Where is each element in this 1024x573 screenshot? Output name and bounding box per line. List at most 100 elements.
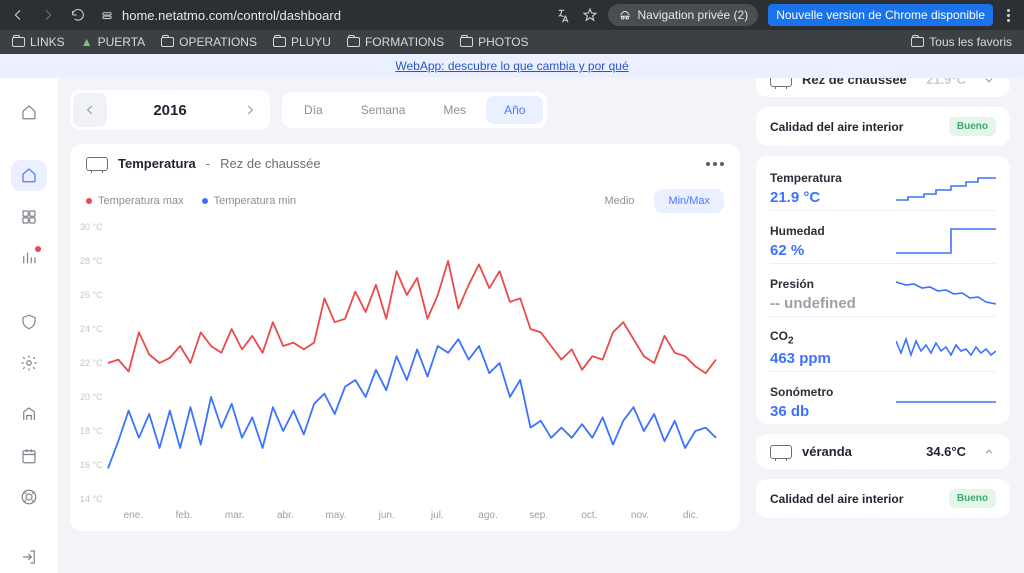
air-quality-label: Calidad del aire interior xyxy=(770,492,903,506)
y-tick: 22 °C xyxy=(80,358,103,368)
room-temp: 34.6°C xyxy=(926,444,966,459)
x-tick: ago. xyxy=(478,510,497,521)
x-tick: feb. xyxy=(176,510,193,521)
air-quality-card-2: Calidad del aire interior Bueno xyxy=(756,479,1010,518)
y-tick: 20 °C xyxy=(80,392,103,402)
year-label: 2016 xyxy=(110,102,230,119)
spark-pressure xyxy=(896,276,996,312)
sensor-temp[interactable]: Temperatura21.9 °C xyxy=(770,166,996,210)
air-quality-label: Calidad del aire interior xyxy=(770,120,903,134)
incognito-icon xyxy=(618,8,632,22)
chart-sep: - xyxy=(206,156,210,171)
room-card-veranda[interactable]: véranda 34.6°C xyxy=(756,434,1010,469)
y-tick: 24 °C xyxy=(80,324,103,334)
browser-menu-icon[interactable] xyxy=(1003,9,1014,22)
folder-icon xyxy=(347,37,360,47)
air-quality-value: Bueno xyxy=(949,489,996,508)
folder-icon xyxy=(12,37,25,47)
sidebar-item-planning[interactable] xyxy=(11,440,47,471)
sidebar-item-home[interactable] xyxy=(11,96,47,127)
bookmark-pluyu[interactable]: PLUYU xyxy=(273,35,331,49)
sidebar-item-dashboard[interactable] xyxy=(11,160,47,191)
back-icon[interactable] xyxy=(10,7,26,23)
sidebar-item-help[interactable] xyxy=(11,482,47,513)
x-tick: oct. xyxy=(581,510,597,521)
legend-max: Temperatura max xyxy=(86,195,184,207)
promo-link[interactable]: WebApp: descubre lo que cambia y por qué xyxy=(395,59,628,73)
x-tick: dic. xyxy=(683,510,699,521)
x-tick: sep. xyxy=(529,510,548,521)
bookmark-operations[interactable]: OPERATIONS xyxy=(161,35,257,49)
y-tick: 28 °C xyxy=(80,256,103,266)
period-week[interactable]: Semana xyxy=(343,96,424,124)
reload-icon[interactable] xyxy=(70,7,86,23)
sidebar-item-rooms[interactable] xyxy=(11,399,47,430)
folder-icon xyxy=(911,37,924,47)
x-tick: jun. xyxy=(379,510,395,521)
year-next-button[interactable] xyxy=(233,93,267,127)
chevron-up-icon xyxy=(982,445,996,459)
folder-icon xyxy=(273,37,286,47)
period-month[interactable]: Mes xyxy=(425,96,484,124)
room-icon xyxy=(86,157,108,171)
sensor-sonometer[interactable]: Sonómetro36 db xyxy=(770,371,996,424)
y-tick: 30 °C xyxy=(80,222,103,232)
bookmark-photos[interactable]: PHOTOS xyxy=(460,35,528,49)
promo-banner: WebApp: descubre lo que cambia y por qué xyxy=(0,54,1024,78)
mode-selector: Medio Min/Max xyxy=(590,189,724,213)
chart-title: Temperatura xyxy=(118,156,196,171)
legend-min: Temperatura min xyxy=(202,195,297,207)
browser-toolbar: home.netatmo.com/control/dashboard Navig… xyxy=(0,0,1024,30)
period-year[interactable]: Año xyxy=(486,96,543,124)
y-tick: 26 °C xyxy=(80,290,103,300)
folder-icon xyxy=(460,37,473,47)
chart-menu-icon[interactable] xyxy=(706,162,724,166)
incognito-badge[interactable]: Navigation privée (2) xyxy=(608,4,759,26)
right-rail: Rez de chaussée 21.9°C Calidad del aire … xyxy=(756,78,1024,573)
chrome-update-button[interactable]: Nouvelle version de Chrome disponible xyxy=(768,4,993,26)
url-text: home.netatmo.com/control/dashboard xyxy=(122,8,341,23)
room-name: Rez de chaussée xyxy=(802,78,907,87)
spark-temp xyxy=(896,170,996,206)
star-icon[interactable] xyxy=(582,7,598,23)
room-card-rez[interactable]: Rez de chaussée 21.9°C xyxy=(756,78,1010,97)
year-prev-button[interactable] xyxy=(73,93,107,127)
spark-sonometer xyxy=(896,384,996,420)
browser-chrome: home.netatmo.com/control/dashboard Navig… xyxy=(0,0,1024,54)
period-selector: Día Semana Mes Año xyxy=(282,92,547,128)
translate-icon[interactable] xyxy=(556,7,572,23)
period-day[interactable]: Día xyxy=(286,96,341,124)
year-selector: 2016 xyxy=(70,90,270,130)
bookmark-links[interactable]: LINKS xyxy=(12,35,65,49)
room-temp: 21.9°C xyxy=(926,78,966,87)
puerta-icon: ▲ xyxy=(81,35,93,49)
sidebar-item-stats[interactable] xyxy=(11,242,47,273)
mode-minmax[interactable]: Min/Max xyxy=(654,189,724,213)
sidebar-item-logout[interactable] xyxy=(11,542,47,573)
chevron-down-icon xyxy=(982,78,996,87)
alert-dot-icon xyxy=(35,246,41,252)
forward-icon[interactable] xyxy=(40,7,56,23)
y-tick: 14 °C xyxy=(80,494,103,504)
sidebar-item-grid[interactable] xyxy=(11,201,47,232)
chart-room: Rez de chaussée xyxy=(220,156,320,171)
sidebar-item-settings[interactable] xyxy=(11,347,47,378)
sidebar-item-security[interactable] xyxy=(11,306,47,337)
site-settings-icon xyxy=(100,8,114,22)
bookmark-all-favorites[interactable]: Tous les favoris xyxy=(911,35,1012,49)
room-icon xyxy=(770,78,792,87)
x-tick: ene. xyxy=(124,510,143,521)
sensor-co2[interactable]: CO2463 ppm xyxy=(770,316,996,371)
spark-humidity xyxy=(896,223,996,259)
address-bar[interactable]: home.netatmo.com/control/dashboard xyxy=(100,8,542,23)
main-content: 2016 Día Semana Mes Año Temperatura - Re… xyxy=(58,78,756,573)
chart-card: Temperatura - Rez de chaussée Temperatur… xyxy=(70,144,740,531)
sensor-humidity[interactable]: Humedad62 % xyxy=(770,210,996,263)
bookmark-formations[interactable]: FORMATIONS xyxy=(347,35,444,49)
sensor-pressure[interactable]: Presión-- undefined xyxy=(770,263,996,316)
folder-icon xyxy=(161,37,174,47)
sensors-card: Temperatura21.9 °C Humedad62 % Presión--… xyxy=(756,156,1010,424)
bookmark-puerta[interactable]: ▲PUERTA xyxy=(81,35,145,49)
mode-medio[interactable]: Medio xyxy=(590,189,648,213)
bookmarks-bar: LINKS ▲PUERTA OPERATIONS PLUYU FORMATION… xyxy=(0,30,1024,54)
